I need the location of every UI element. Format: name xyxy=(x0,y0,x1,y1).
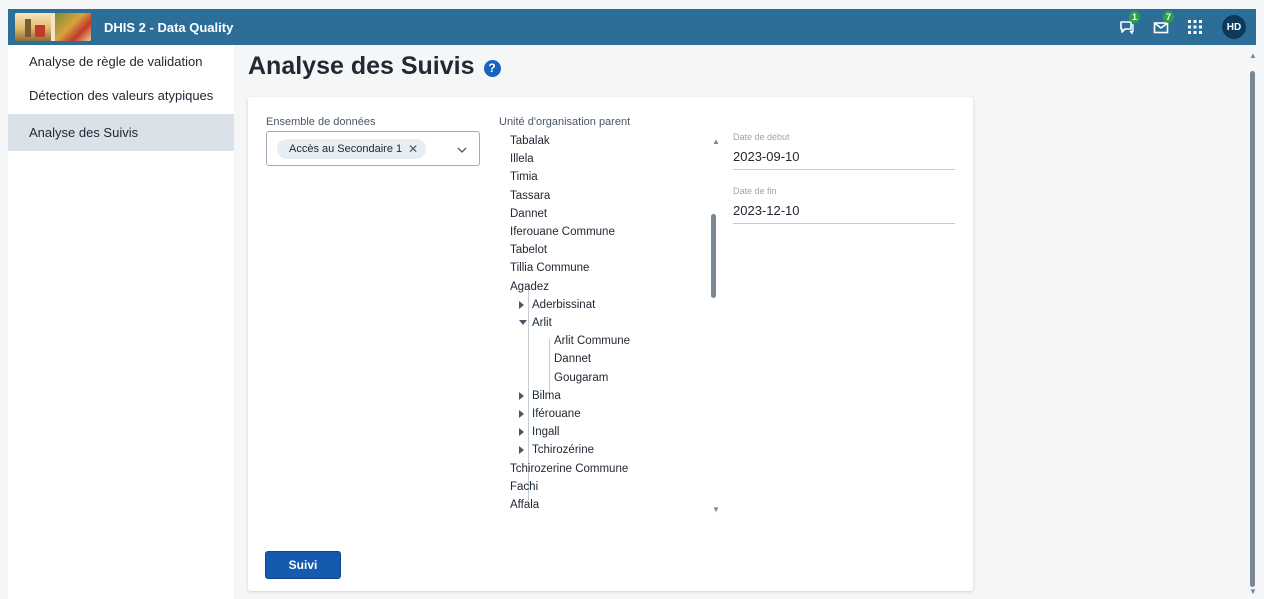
caret-right-icon[interactable] xyxy=(519,300,531,309)
page-scroll-up-icon[interactable]: ▲ xyxy=(1249,51,1257,60)
form-card: Ensemble de données Accès au Secondaire … xyxy=(248,97,973,591)
interpretations-button[interactable]: 1 xyxy=(1110,9,1144,45)
orgunit-tree-label: Affala xyxy=(510,499,540,511)
orgunit-tree-label: Dannet xyxy=(510,207,548,220)
interpretations-badge: 1 xyxy=(1129,11,1140,23)
caret-right-icon[interactable] xyxy=(519,391,531,400)
caret-right-icon[interactable] xyxy=(519,446,531,455)
orgunit-tree-label: Illela xyxy=(510,153,534,166)
user-avatar[interactable]: HD xyxy=(1222,15,1246,39)
end-date-field[interactable]: Date de fin 2023-12-10 xyxy=(733,186,955,224)
tree-scroll-down-icon[interactable]: ▼ xyxy=(712,505,720,514)
orgunit-tree-item[interactable]: Fachi xyxy=(510,478,538,496)
sidebar-item-followup-analysis[interactable]: Analyse des Suivis xyxy=(8,114,234,151)
orgunit-tree-item[interactable]: Dannet xyxy=(554,350,591,368)
messages-button[interactable]: 7 xyxy=(1144,9,1178,45)
caret-right-icon[interactable] xyxy=(519,410,531,418)
sidebar-item-label: Analyse des Suivis xyxy=(29,125,139,140)
app-title: DHIS 2 - Data Quality xyxy=(104,19,234,35)
orgunit-tree: Tabalak Illela Timia Tassara Dannet Iferouane… xyxy=(510,132,710,522)
sidebar: Analyse de règle de validation Détection… xyxy=(8,45,234,599)
orgunit-tree-item[interactable]: Affala xyxy=(510,496,539,514)
orgunit-tree-item[interactable]: Tabelot xyxy=(510,241,547,259)
orgunit-tree-item[interactable]: Tassara xyxy=(510,187,550,205)
tree-scrollbar-thumb[interactable] xyxy=(711,214,716,298)
app-logo[interactable] xyxy=(15,13,91,41)
tree-guide-line xyxy=(549,339,550,393)
orgunit-tree-item[interactable]: Timia xyxy=(510,168,538,186)
page-scrollbar[interactable]: ▲ ▼ xyxy=(1249,45,1257,599)
orgunit-tree-label: Arlit xyxy=(532,317,552,329)
end-date-label: Date de fin xyxy=(733,186,777,196)
orgunit-tree-item[interactable]: Tchirozerine Commune xyxy=(510,460,628,478)
dataset-select[interactable]: Accès au Secondaire 1 ✕ xyxy=(266,131,480,166)
orgunit-tree-item[interactable]: Illela xyxy=(510,150,534,168)
page-scroll-down-icon[interactable]: ▼ xyxy=(1249,587,1257,596)
orgunit-tree-item[interactable]: Arlit xyxy=(519,314,552,332)
page-scrollbar-thumb[interactable] xyxy=(1250,71,1255,587)
orgunit-tree-label: Iferouane Commune xyxy=(510,226,615,238)
dataset-chip: Accès au Secondaire 1 ✕ xyxy=(277,138,427,159)
end-date-value: 2023-12-10 xyxy=(733,203,800,218)
orgunit-tree-label: Gougaram xyxy=(554,371,609,384)
dataset-chip-label: Accès au Secondaire 1 xyxy=(289,142,403,155)
orgunit-tree-item[interactable]: Dannet xyxy=(510,205,547,223)
orgunit-label: Unité d'organisation parent xyxy=(499,116,631,128)
sidebar-item-label: Analyse de règle de validation xyxy=(29,53,203,69)
orgunit-tree-item[interactable]: Tchirozérine xyxy=(519,441,594,459)
orgunit-tree-item[interactable]: Iferouane Commune xyxy=(510,223,615,241)
orgunit-tree-label: Agadez xyxy=(510,280,550,293)
top-bar: DHIS 2 - Data Quality 1 7 HD xyxy=(8,9,1256,45)
orgunit-tree-label: Ingall xyxy=(532,426,560,439)
orgunit-tree-label: Tabalak xyxy=(510,135,550,147)
apps-grid-icon xyxy=(1188,20,1202,34)
orgunit-tree-label: Tchirozerine Commune xyxy=(510,462,629,475)
orgunit-tree-label: Dannet xyxy=(554,353,592,366)
sidebar-item-validation-rule-analysis[interactable]: Analyse de règle de validation xyxy=(8,45,234,77)
orgunit-tree-label: Timia xyxy=(510,171,538,184)
sidebar-item-outlier-detection[interactable]: Détection des valeurs atypiques xyxy=(8,77,234,114)
help-icon[interactable]: ? xyxy=(483,59,501,77)
orgunit-tree-item[interactable]: Iférouane xyxy=(519,405,581,423)
orgunit-tree-label: Tillia Commune xyxy=(510,262,590,275)
orgunit-tree-label: Bilma xyxy=(532,389,561,402)
caret-down-icon[interactable] xyxy=(519,320,531,326)
orgunit-tree-item[interactable]: Gougaram xyxy=(554,369,608,387)
chevron-down-icon xyxy=(457,140,467,158)
messages-badge: 7 xyxy=(1163,11,1174,23)
orgunit-tree-item[interactable]: Tabalak xyxy=(510,132,550,150)
orgunit-tree-label: Iférouane xyxy=(532,408,581,420)
orgunit-tree-item[interactable]: Ingall xyxy=(519,423,560,441)
orgunit-tree-item[interactable]: Aderbissinat xyxy=(519,296,595,314)
orgunit-tree-label: Arlit Commune xyxy=(554,335,631,348)
sidebar-item-label: Détection des valeurs atypiques xyxy=(29,88,214,103)
caret-right-icon[interactable] xyxy=(519,428,531,437)
orgunit-tree-item[interactable]: Bilma xyxy=(519,387,561,405)
orgunit-tree-label: Aderbissinat xyxy=(532,298,596,311)
orgunit-tree-item[interactable]: Tillia Commune xyxy=(510,259,589,277)
apps-menu-button[interactable] xyxy=(1178,9,1212,45)
tree-scroll-up-icon[interactable]: ▲ xyxy=(712,137,720,146)
start-date-field[interactable]: Date de début 2023-09-10 xyxy=(733,132,955,170)
followup-submit-button[interactable]: Suivi xyxy=(265,551,341,579)
page-title: Analyse des Suivis xyxy=(248,52,475,80)
start-date-label: Date de début xyxy=(733,132,790,142)
orgunit-tree-label: Fachi xyxy=(510,480,539,493)
dataset-label: Ensemble de données xyxy=(266,116,376,128)
orgunit-tree-item[interactable]: Agadez xyxy=(510,278,549,296)
page-header: Analyse des Suivis ? xyxy=(248,52,501,81)
orgunit-tree-label: Tabelot xyxy=(510,244,548,257)
remove-chip-icon[interactable]: ✕ xyxy=(408,142,418,156)
orgunit-tree-item[interactable]: Arlit Commune xyxy=(554,332,630,350)
start-date-value: 2023-09-10 xyxy=(733,149,800,164)
orgunit-tree-label: Tassara xyxy=(510,189,551,202)
orgunit-tree-label: Tchirozérine xyxy=(532,444,594,457)
